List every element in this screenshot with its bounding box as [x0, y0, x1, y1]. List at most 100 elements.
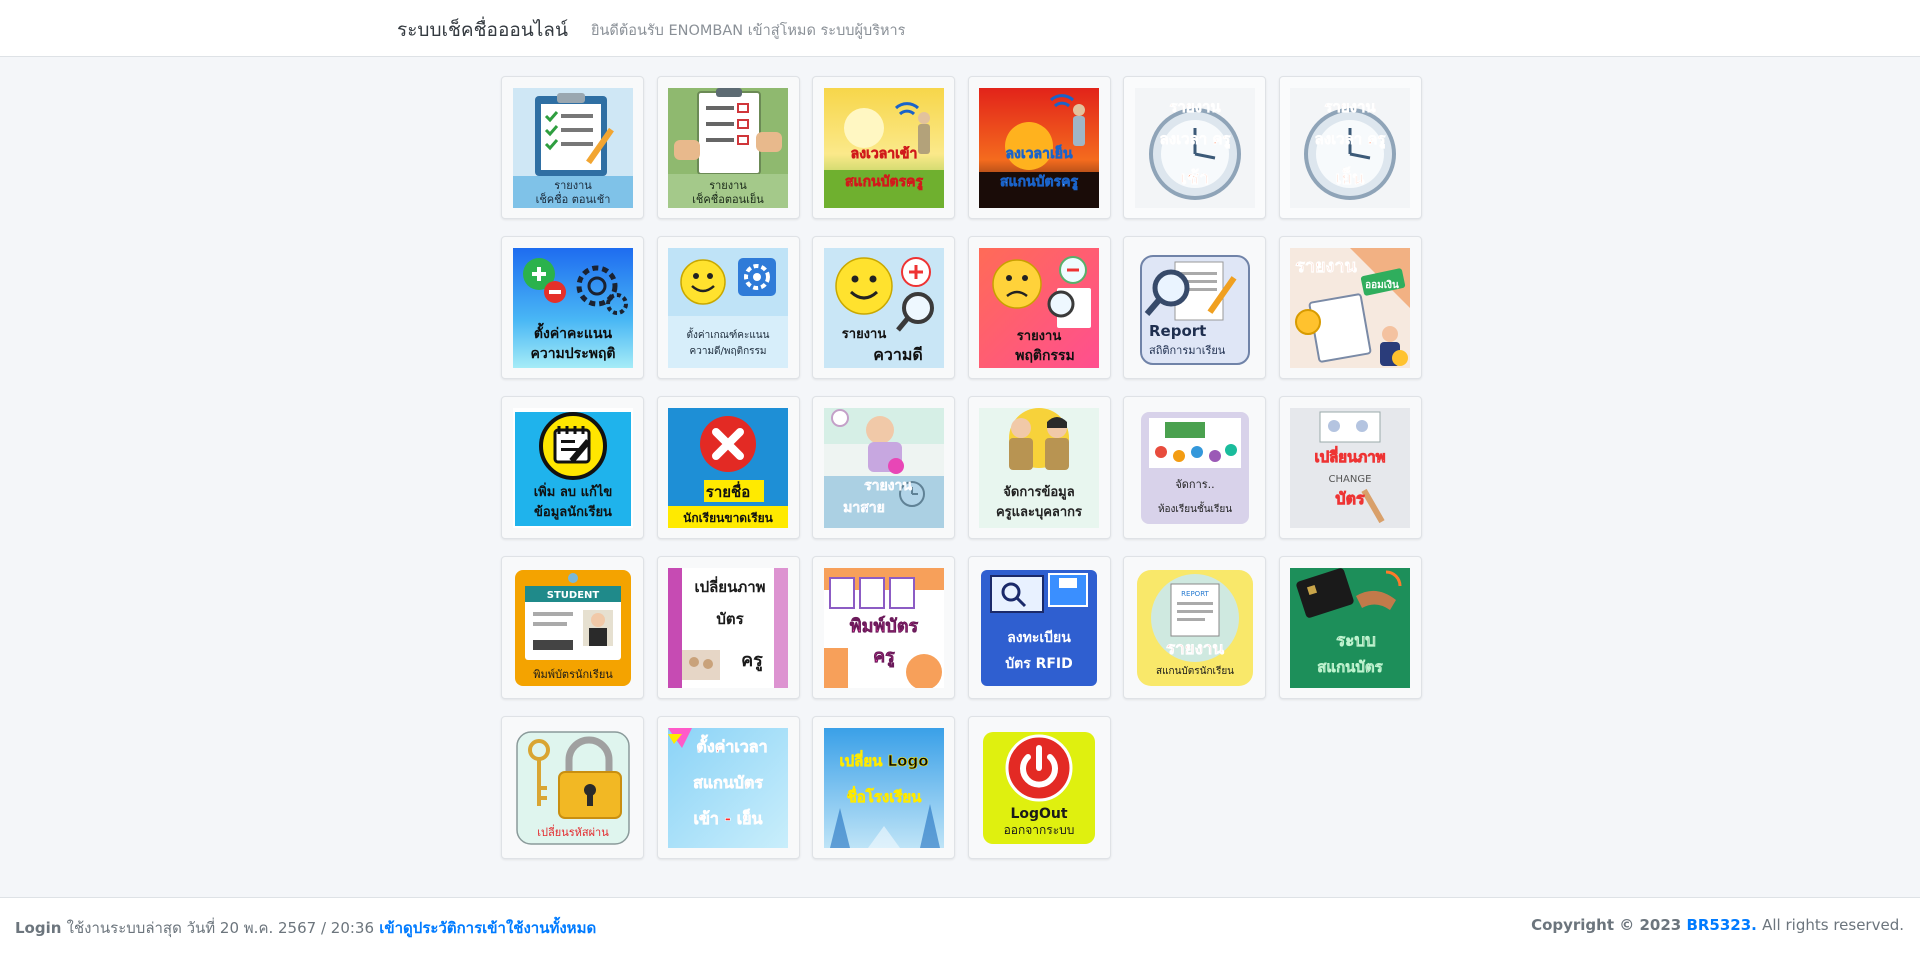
tile-label-line: สแกนบัตร: [1317, 658, 1383, 676]
tile-label-line: Report: [1149, 322, 1206, 340]
smiley-gear-icon: ตั้งค่าเกณฑ์คะแนน ความดี/พฤติกรรม: [668, 247, 788, 368]
tile-label-line: บัตร: [716, 610, 744, 628]
tile-report-good-deeds[interactable]: รายงาน ความดี: [812, 236, 955, 379]
tile-print-student-card[interactable]: STUDENT พิมพ์บัตรนักเรียน: [501, 556, 644, 699]
top-navbar: ระบบเช็คชื่อออนไลน์ ยินดีต้อนรับ ENOMBAN…: [0, 0, 1920, 57]
copyright-owner-link[interactable]: BR5323.: [1686, 916, 1756, 934]
login-label: Login: [15, 919, 62, 937]
tile-morning-scan[interactable]: ลงเวลาเข้า สแกนบัตรครู: [812, 76, 955, 219]
tile-label-line: ความดี/พฤติกรรม: [690, 345, 767, 357]
classroom-icon: จัดการ.. ห้องเรียนชั้นเรียน: [1134, 407, 1255, 528]
money-report-icon: รายงาน ออมเงิน: [1290, 247, 1410, 368]
tile-label-line: ความประพฤติ: [530, 346, 615, 362]
tile-savings-report[interactable]: รายงาน ออมเงิน: [1278, 236, 1422, 379]
tile-good-behavior-criteria[interactable]: ตั้งค่าเกณฑ์คะแนน ความดี/พฤติกรรม: [656, 236, 800, 379]
rfid-register-icon: ลงทะเบียน บัตร RFID: [979, 567, 1099, 688]
tile-attendance-stats-report[interactable]: Report สถิติการมาเรียน: [1123, 236, 1266, 379]
tile-label-line: STUDENT: [546, 590, 599, 601]
tile-teacher-time-report-evening[interactable]: รายงาน ลงเวลา ครู เย็น: [1278, 76, 1422, 219]
tile-label-line: ออมเงิน: [1365, 279, 1399, 291]
tile-card-scan-system[interactable]: ระบบ สแกนบัตร: [1278, 556, 1422, 699]
print-teacher-card-icon: พิมพ์บัตร ครู: [823, 567, 944, 688]
tile-label-line: ข้อมูลนักเรียน: [534, 504, 612, 520]
tile-absent-students[interactable]: รายชื่อ นักเรียนขาดเรียน: [656, 396, 800, 539]
sad-face-magnifier-icon: รายงาน พฤติกรรม: [979, 247, 1099, 368]
footer-copyright: Copyright © 2023 BR5323. All rights rese…: [1531, 916, 1904, 934]
tile-teacher-time-report-morning[interactable]: รายงาน ลงเวลา ครู เช้า: [1123, 76, 1266, 219]
magnifier-report-icon: Report สถิติการมาเรียน: [1134, 247, 1255, 368]
power-logout-icon: LogOut ออกจากระบบ: [979, 727, 1099, 848]
tile-label-line: มาสาย: [843, 500, 885, 516]
morning-sun-teacher-icon: ลงเวลาเข้า สแกนบัตรครู: [823, 87, 944, 208]
change-logo-icon: เปลี่ยน Logo ชื่อโรงเรียน: [823, 727, 944, 848]
change-card-photo-icon: เปลี่ยนภาพ CHANGE บัตร: [1290, 407, 1410, 528]
tile-label-line: รายงาน: [864, 478, 912, 494]
tile-report-checkin-morning[interactable]: รายงาน เช็คชื่อ ตอนเช้า: [501, 76, 644, 219]
tile-label-line: รายงาน: [1165, 639, 1223, 659]
tile-logout[interactable]: LogOut ออกจากระบบ: [967, 716, 1111, 859]
tile-label-line: บัตร RFID: [1005, 656, 1073, 672]
tile-label-line: ระบบ: [1336, 631, 1376, 651]
tile-label-line: สแกนบัตรนักเรียน: [1155, 665, 1233, 677]
tile-label-line: เพิ่ม ลบ แก้ไข: [533, 482, 612, 500]
tile-label-line: ลงเวลา ครู: [1159, 130, 1231, 149]
tile-evening-scan[interactable]: ลงเวลาเย็น สแกนบัตรครู: [967, 76, 1111, 219]
tile-register-rfid[interactable]: ลงทะเบียน บัตร RFID: [967, 556, 1111, 699]
tile-late-report[interactable]: รายงาน มาสาย: [812, 396, 955, 539]
tile-student-scan-report[interactable]: REPORT รายงาน สแกนบัตรนักเรียน: [1123, 556, 1266, 699]
tile-label-line: จัดการข้อมูล: [1003, 484, 1074, 500]
welcome-text: ยินดีต้อนรับ ENOMBAN เข้าสู่โหมด ระบบผู้…: [591, 23, 906, 39]
notepad-edit-icon: เพิ่ม ลบ แก้ไข ข้อมูลนักเรียน: [512, 407, 633, 528]
tile-label-line: เช็คชื่อตอนเย็น: [692, 191, 764, 206]
tile-report-behavior[interactable]: รายงาน พฤติกรรม: [967, 236, 1111, 379]
student-card-icon: STUDENT พิมพ์บัตรนักเรียน: [512, 567, 633, 688]
tile-label-line: ลงเวลาเข้า: [850, 146, 917, 162]
clipboard-checklist-icon: รายงาน เช็คชื่อ ตอนเช้า: [512, 87, 633, 208]
tile-print-teacher-card[interactable]: พิมพ์บัตร ครู: [812, 556, 955, 699]
tile-change-teacher-card-photo[interactable]: เปลี่ยนภาพ บัตร ครู: [656, 556, 800, 699]
tile-label-line: จัดการ..: [1175, 478, 1214, 491]
tile-label-line: รายงาน: [1324, 98, 1376, 116]
tile-edit-student-data[interactable]: เพิ่ม ลบ แก้ไข ข้อมูลนักเรียน: [501, 396, 644, 539]
tile-manage-teachers[interactable]: จัดการข้อมูล ครูและบุคลากร: [967, 396, 1111, 539]
sunset-teacher-icon: ลงเวลาเย็น สแกนบัตรครู: [979, 87, 1099, 208]
tile-label-line: รายงาน: [1169, 98, 1221, 116]
tile-label-line: สแกนบัตรครู: [845, 174, 923, 190]
tile-change-card-photo[interactable]: เปลี่ยนภาพ CHANGE บัตร: [1278, 396, 1422, 539]
red-x-icon: รายชื่อ นักเรียนขาดเรียน: [668, 407, 788, 528]
tile-label-line: พฤติกรรม: [1015, 348, 1075, 364]
tile-label-line: รายงาน: [709, 179, 747, 192]
scan-report-icon: REPORT รายงาน สแกนบัตรนักเรียน: [1134, 567, 1255, 688]
tile-change-logo[interactable]: เปลี่ยน Logo ชื่อโรงเรียน: [812, 716, 955, 859]
tile-label-line: เช้า: [1180, 168, 1208, 189]
tile-label-line: ห้องเรียนชั้นเรียน: [1157, 501, 1231, 515]
tile-behavior-score-settings[interactable]: ตั้งค่าคะแนน ความประพฤติ: [501, 236, 644, 379]
tile-label-line: เช็คชื่อ ตอนเช้า: [535, 191, 610, 206]
gear-plus-minus-icon: ตั้งค่าคะแนน ความประพฤติ: [512, 247, 633, 368]
smiley-magnifier-icon: รายงาน ความดี: [823, 247, 944, 368]
tile-change-password[interactable]: เปลี่ยนรหัสผ่าน: [501, 716, 644, 859]
tile-label-line: เข้า - เย็น: [694, 807, 763, 828]
tile-label-line: รายงาน: [1017, 329, 1062, 344]
tile-label-line: CHANGE: [1329, 474, 1372, 485]
card-scan-system-icon: ระบบ สแกนบัตร: [1290, 567, 1410, 688]
clipboard-checklist-icon: รายงาน เช็คชื่อตอนเย็น: [668, 87, 788, 208]
tile-label-line: สแกนบัตรครู: [1000, 174, 1078, 190]
tile-label-line: ครู: [873, 646, 895, 668]
footer-login-info: Login ใช้งานระบบล่าสุด วันที่ 20 พ.ค. 25…: [15, 916, 596, 940]
tile-label-line: รายงาน: [554, 179, 592, 192]
tile-label-line: รายงาน: [841, 327, 886, 342]
tile-scan-time-settings[interactable]: ตั้งค่าเวลา สแกนบัตร เข้า - เย็น: [656, 716, 800, 859]
menu-grid: รายงาน เช็คชื่อ ตอนเช้า รายงาน เช็คชื่อต…: [501, 76, 1422, 859]
teacher-card-photo-icon: เปลี่ยนภาพ บัตร ครู: [668, 567, 788, 688]
copyright-text: Copyright © 2023: [1531, 916, 1682, 934]
tile-label-line: บัตร: [1335, 489, 1365, 508]
tile-manage-classrooms[interactable]: จัดการ.. ห้องเรียนชั้นเรียน: [1123, 396, 1266, 539]
app-brand[interactable]: ระบบเช็คชื่อออนไลน์: [397, 15, 568, 45]
tile-label-line: ครู: [741, 650, 763, 672]
tile-label-line: นักเรียนขาดเรียน: [683, 511, 774, 525]
tile-report-checkin-evening[interactable]: รายงาน เช็คชื่อตอนเย็น: [656, 76, 800, 219]
last-login-text: ใช้งานระบบล่าสุด วันที่ 20 พ.ค. 2567 / 2…: [66, 919, 375, 937]
tile-label-line: พิมพ์บัตรนักเรียน: [533, 668, 613, 681]
login-history-link[interactable]: เข้าดูประวัติการเข้าใช้งานทั้งหมด: [379, 919, 596, 937]
